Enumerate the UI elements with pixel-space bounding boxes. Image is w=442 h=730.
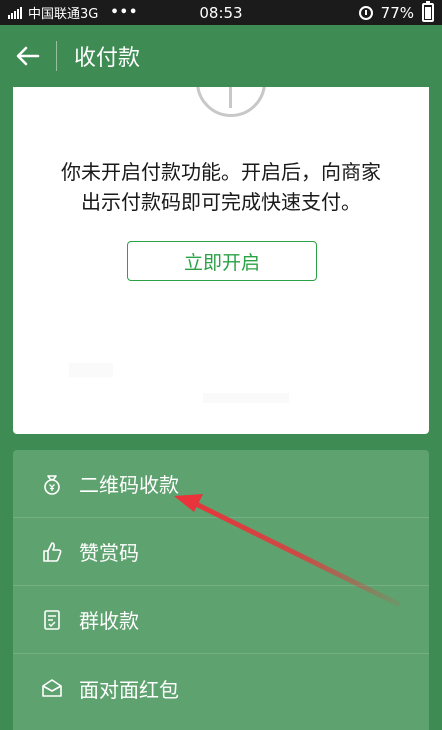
payment-card: 你未开启付款功能。开启后，向商家 出示付款码即可完成快速支付。 立即开启 [13,87,429,434]
alarm-icon [358,5,373,20]
faint-placeholder [69,363,113,377]
menu-item-qr-receive[interactable]: 二维码收款 [13,450,429,518]
money-bag-icon [39,471,65,497]
page-title: 收付款 [74,46,141,71]
arrow-left-icon [16,46,40,66]
status-right: 77% [358,1,434,22]
menu-item-group-bill[interactable]: 群收款 [13,586,429,654]
menu-item-appreciation-code[interactable]: 赞赏码 [13,518,429,586]
battery-icon [422,1,434,22]
red-packet-icon [39,675,65,701]
carrier-label: 中国联通3G [28,7,99,22]
menu-item-face-to-face-red-packet[interactable]: 面对面红包 [13,654,429,722]
enable-payment-button[interactable]: 立即开启 [127,241,317,281]
group-bill-icon [39,607,65,633]
receive-menu: 二维码收款 赞赏码 群收款 面对面红包 [13,450,429,730]
back-button[interactable] [0,25,56,87]
message-line-1: 你未开启付款功能。开启后，向商家 [61,160,381,184]
nav-divider [56,41,57,71]
payment-disabled-message: 你未开启付款功能。开启后，向商家 出示付款码即可完成快速支付。 [13,157,429,217]
menu-item-label: 赞赏码 [79,541,139,565]
menu-item-label: 二维码收款 [79,473,179,497]
menu-item-label: 面对面红包 [79,677,179,702]
status-dots: ••• [110,5,139,20]
thumbs-up-icon [39,539,65,565]
status-bar: 中国联通3G ••• 08:53 77% [0,0,442,25]
signal-icon [8,6,22,19]
battery-percent: 77% [380,3,414,22]
status-left: 中国联通3G ••• [8,3,138,22]
menu-item-label: 群收款 [79,609,139,633]
faint-placeholder [203,393,289,403]
clock-icon [196,87,266,117]
nav-bar: 收付款 [0,25,442,87]
battery-fill [425,7,431,19]
message-line-2: 出示付款码即可完成快速支付。 [81,190,361,214]
